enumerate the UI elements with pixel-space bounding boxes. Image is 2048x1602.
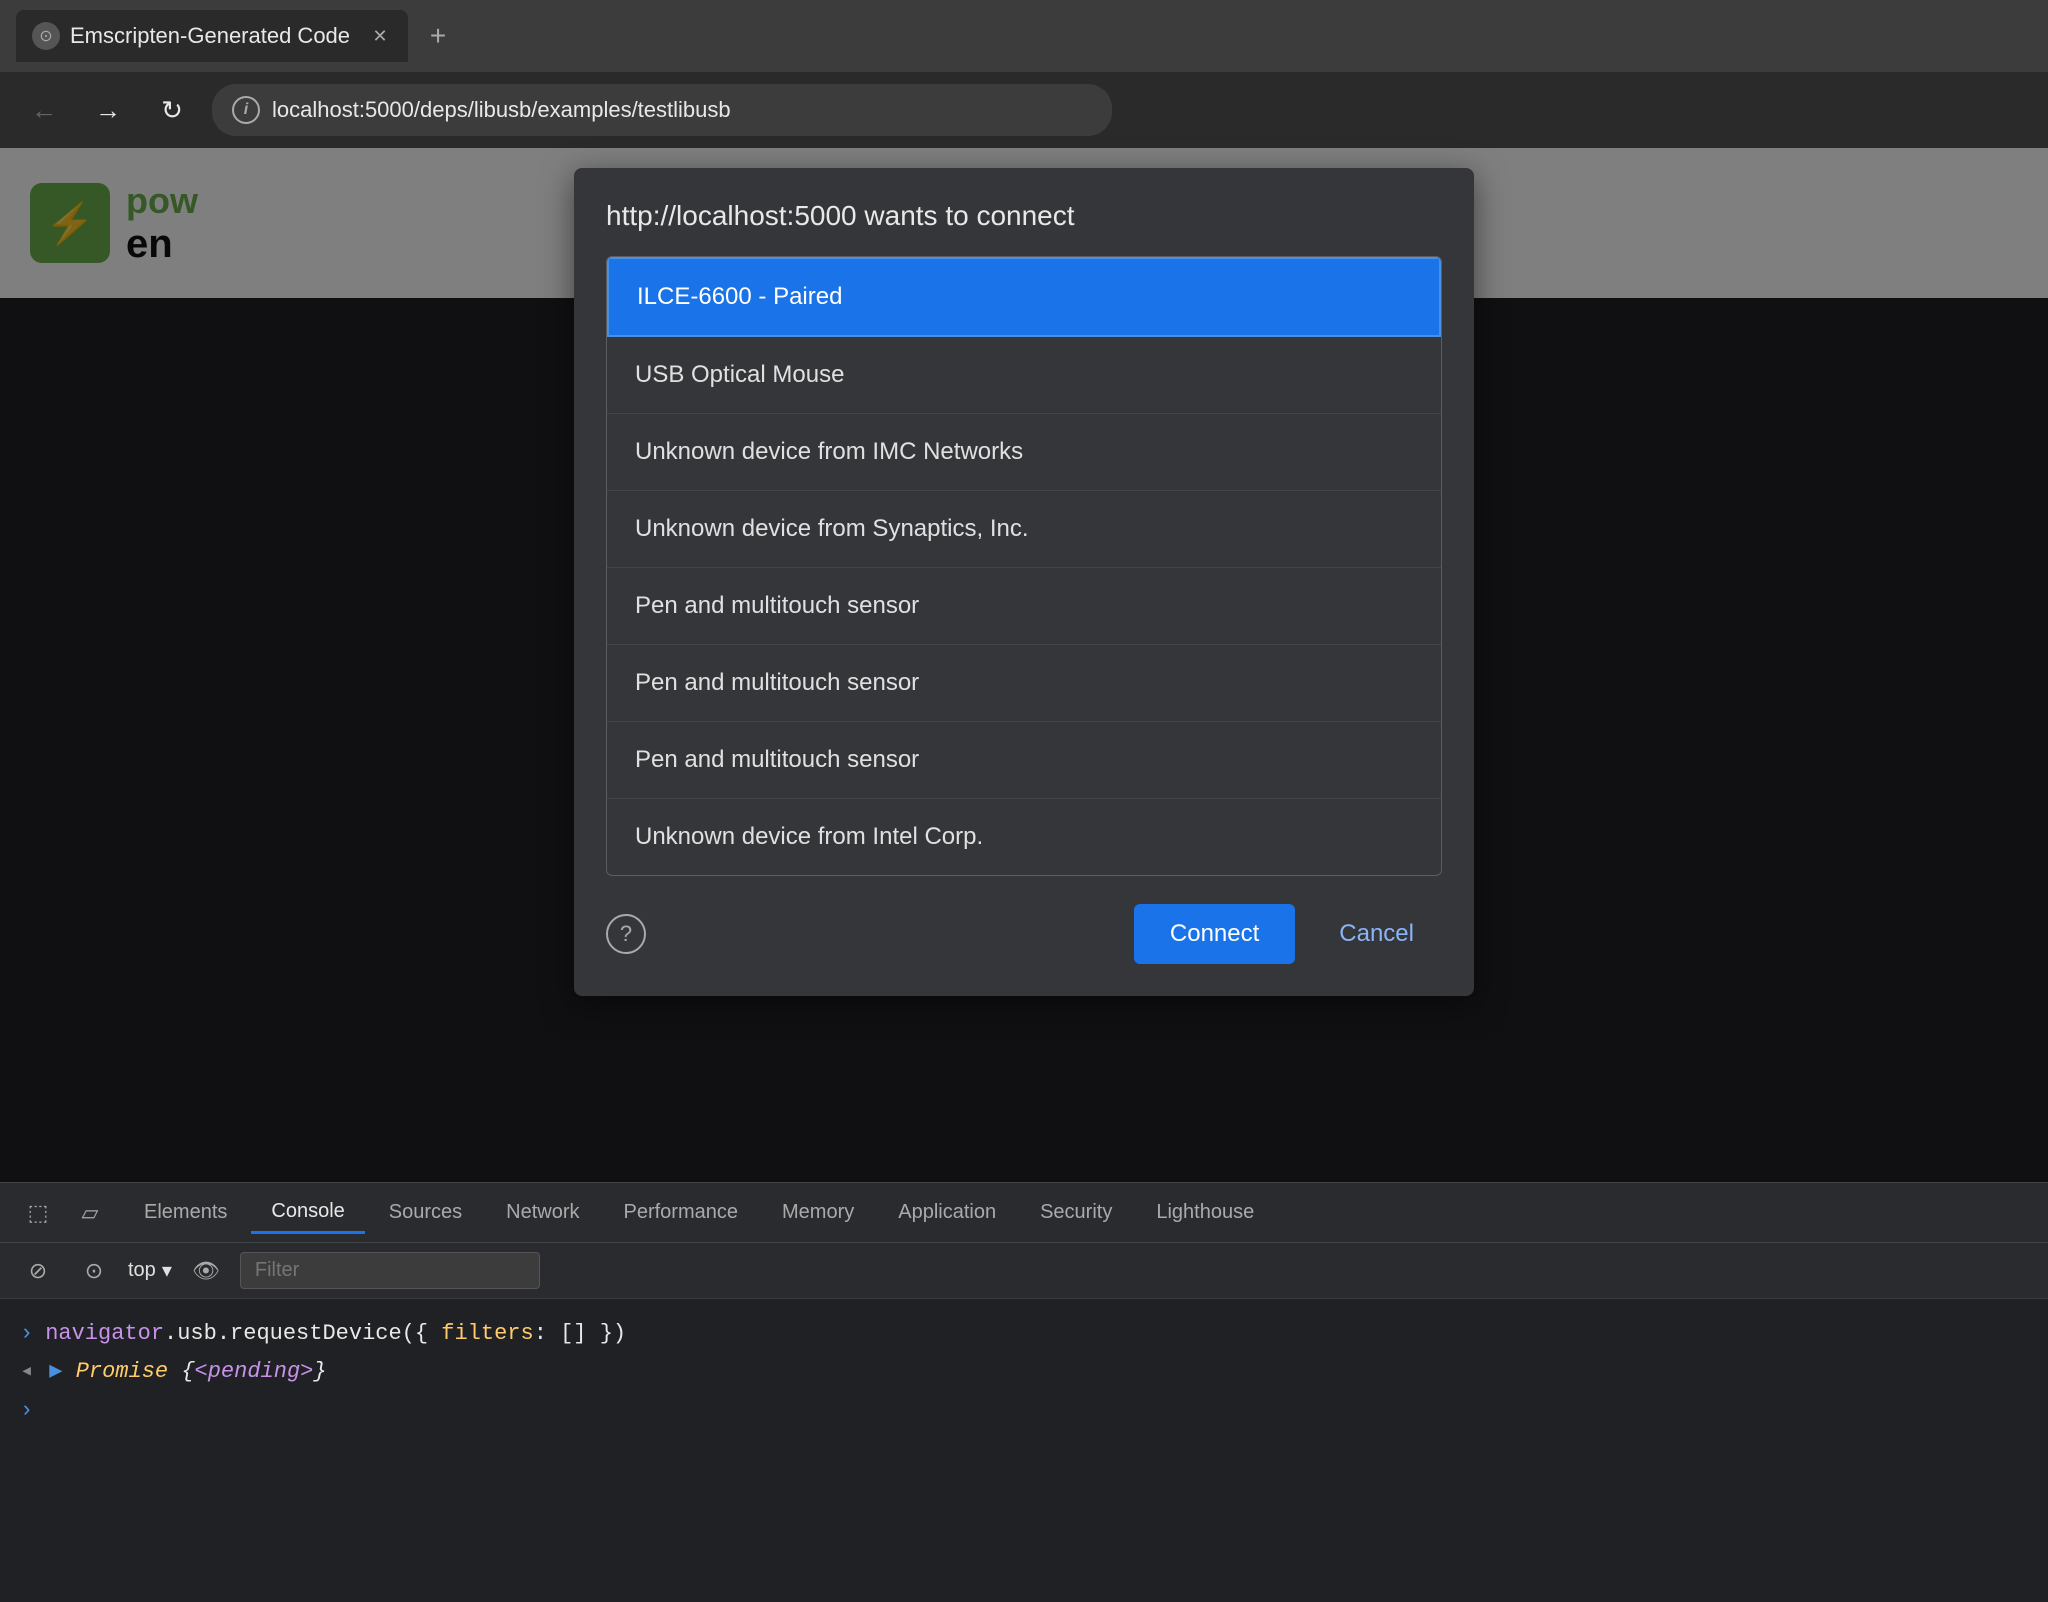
input-prompt: › — [20, 1321, 33, 1346]
execution-context-dropdown[interactable]: top ▾ — [128, 1258, 172, 1283]
device-list-item[interactable]: Unknown device from Intel Corp. — [607, 799, 1441, 875]
console-command: navigator.usb.requestDevice({ filters: [… — [45, 1321, 626, 1346]
empty-prompt-caret: › — [20, 1398, 33, 1423]
execution-context-label: top — [128, 1259, 156, 1282]
promise-output: ▶ Promise {<pending>} — [49, 1358, 326, 1384]
tab-lighthouse[interactable]: Lighthouse — [1136, 1193, 1274, 1232]
console-output-line: ◂ ▶ Promise {<pending>} — [20, 1352, 2028, 1390]
tab-performance[interactable]: Performance — [604, 1193, 759, 1232]
dropdown-arrow-icon: ▾ — [162, 1258, 172, 1283]
dialog-title: http://localhost:5000 wants to connect — [606, 200, 1442, 232]
console-settings-button[interactable]: ⊙ — [72, 1249, 116, 1293]
tab-sources[interactable]: Sources — [369, 1193, 482, 1232]
inspect-element-button[interactable]: ⬚ — [16, 1191, 60, 1235]
empty-console-prompt[interactable]: › — [20, 1390, 2028, 1431]
tab-close-button[interactable]: ✕ — [368, 24, 392, 48]
active-tab[interactable]: ⊙ Emscripten-Generated Code ✕ — [16, 10, 408, 62]
device-list-item[interactable]: Unknown device from IMC Networks — [607, 414, 1441, 491]
tab-network[interactable]: Network — [486, 1193, 599, 1232]
eye-icon-button[interactable]: 👁 — [184, 1249, 228, 1293]
address-bar-row: ← → ↻ i localhost:5000/deps/libusb/examp… — [0, 72, 2048, 148]
device-list-item[interactable]: ILCE-6600 - Paired — [607, 257, 1441, 337]
usb-device-picker-dialog: http://localhost:5000 wants to connect I… — [574, 168, 1474, 996]
tab-memory[interactable]: Memory — [762, 1193, 874, 1232]
devtools-tabs-bar: ⬚ ▱ Elements Console Sources Network Per… — [0, 1183, 2048, 1243]
tab-favicon: ⊙ — [32, 22, 60, 50]
console-input-line: › navigator.usb.requestDevice({ filters:… — [20, 1315, 2028, 1352]
device-list-item[interactable]: USB Optical Mouse — [607, 337, 1441, 414]
device-list: ILCE-6600 - PairedUSB Optical MouseUnkno… — [606, 256, 1442, 876]
help-icon[interactable]: ? — [606, 914, 646, 954]
site-info-icon[interactable]: i — [232, 96, 260, 124]
browser-title-bar: ⊙ Emscripten-Generated Code ✕ + — [0, 0, 2048, 72]
dialog-overlay: http://localhost:5000 wants to connect I… — [0, 148, 2048, 1182]
back-button[interactable]: ← — [20, 86, 68, 134]
page-content-area: ⚡ pow en http://localhost:5000 wants to … — [0, 148, 2048, 1182]
console-toolbar: ⊘ ⊙ top ▾ 👁 — [0, 1243, 2048, 1299]
devtools-panel: ⬚ ▱ Elements Console Sources Network Per… — [0, 1182, 2048, 1602]
tab-application[interactable]: Application — [878, 1193, 1016, 1232]
output-arrow: ◂ — [20, 1358, 33, 1384]
device-list-item[interactable]: Pen and multitouch sensor — [607, 722, 1441, 799]
connect-button[interactable]: Connect — [1134, 904, 1295, 964]
tab-area: ⊙ Emscripten-Generated Code ✕ + — [16, 10, 2032, 62]
tab-security[interactable]: Security — [1020, 1193, 1132, 1232]
console-body: › navigator.usb.requestDevice({ filters:… — [0, 1299, 2048, 1447]
device-list-item[interactable]: Pen and multitouch sensor — [607, 645, 1441, 722]
tab-console[interactable]: Console — [251, 1192, 364, 1234]
url-text: localhost:5000/deps/libusb/examples/test… — [272, 97, 731, 123]
dialog-footer: ? Connect Cancel — [606, 904, 1442, 964]
clear-console-button[interactable]: ⊘ — [16, 1249, 60, 1293]
address-bar[interactable]: i localhost:5000/deps/libusb/examples/te… — [212, 84, 1112, 136]
cancel-button[interactable]: Cancel — [1311, 904, 1442, 964]
device-toolbar-button[interactable]: ▱ — [68, 1191, 112, 1235]
devtools-icon-buttons: ⬚ ▱ — [16, 1191, 112, 1235]
tab-elements[interactable]: Elements — [124, 1193, 247, 1232]
tab-title: Emscripten-Generated Code — [70, 23, 350, 49]
refresh-button[interactable]: ↻ — [148, 86, 196, 134]
forward-button[interactable]: → — [84, 86, 132, 134]
device-list-item[interactable]: Pen and multitouch sensor — [607, 568, 1441, 645]
new-tab-button[interactable]: + — [416, 14, 460, 58]
console-filter-input[interactable] — [240, 1252, 540, 1289]
device-list-item[interactable]: Unknown device from Synaptics, Inc. — [607, 491, 1441, 568]
